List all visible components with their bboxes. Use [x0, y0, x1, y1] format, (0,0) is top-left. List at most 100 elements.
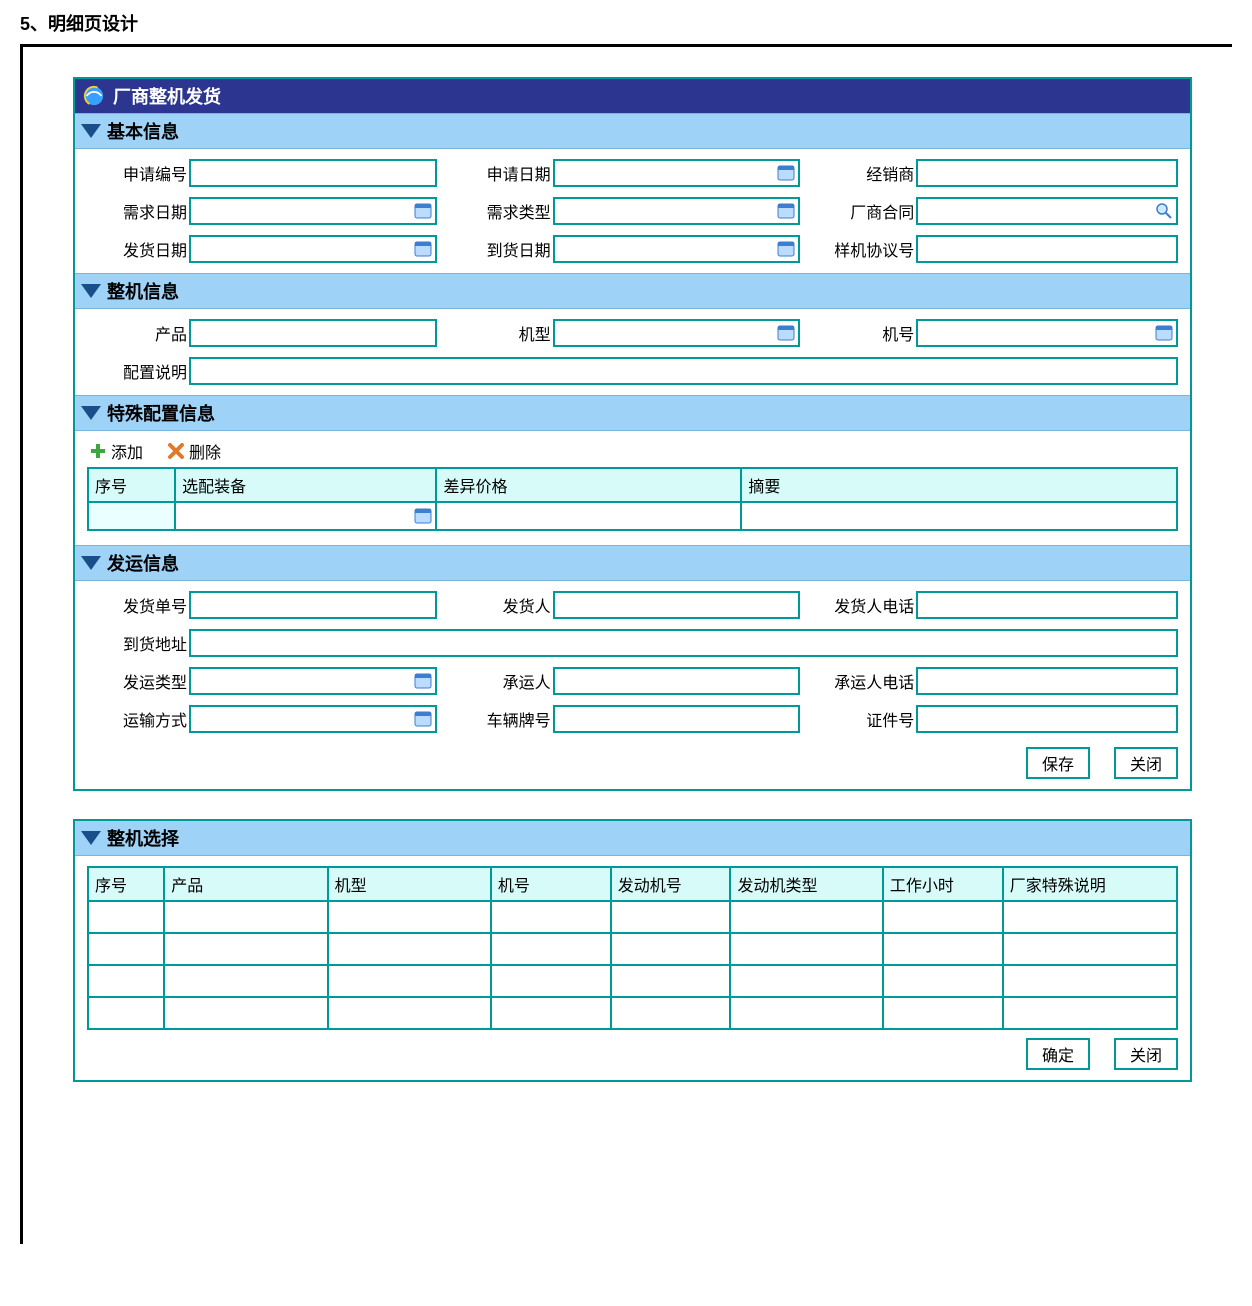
cell[interactable]: [883, 965, 1003, 997]
cell[interactable]: [328, 901, 491, 933]
cell[interactable]: [88, 997, 164, 1029]
input-mfr-contract[interactable]: [916, 197, 1178, 225]
input-arrive-addr[interactable]: [189, 629, 1178, 657]
label-apply-date: 申请日期: [451, 161, 551, 185]
cell[interactable]: [328, 965, 491, 997]
input-shipper-tel[interactable]: [916, 591, 1178, 619]
cell[interactable]: [730, 901, 882, 933]
page-heading: 5、明细页设计: [20, 10, 1232, 36]
cell[interactable]: [883, 901, 1003, 933]
input-carrier-tel[interactable]: [916, 667, 1178, 695]
calendar-icon[interactable]: [777, 164, 795, 182]
cell[interactable]: [1003, 965, 1177, 997]
cell[interactable]: [88, 933, 164, 965]
input-config-desc[interactable]: [189, 357, 1178, 385]
dropdown-icon[interactable]: [777, 324, 795, 342]
cell[interactable]: [491, 997, 611, 1029]
col-mfr-special-note: 厂家特殊说明: [1003, 867, 1177, 901]
section-header-machine[interactable]: 整机信息: [75, 273, 1190, 309]
section-title: 特殊配置信息: [107, 400, 215, 426]
section-header-basic[interactable]: 基本信息: [75, 113, 1190, 149]
input-machine-no[interactable]: [916, 319, 1178, 347]
section-body-machine: 产品 机型 机号 配置说明: [75, 309, 1190, 395]
cell[interactable]: [88, 965, 164, 997]
label-config-desc: 配置说明: [87, 359, 187, 383]
cell[interactable]: [491, 901, 611, 933]
section-header-shipinfo[interactable]: 发运信息: [75, 545, 1190, 581]
cell[interactable]: [883, 997, 1003, 1029]
cell[interactable]: [730, 933, 882, 965]
calendar-icon[interactable]: [414, 240, 432, 258]
search-icon[interactable]: [1155, 202, 1173, 220]
cell[interactable]: [611, 965, 731, 997]
cell-diff-price[interactable]: [436, 502, 741, 530]
input-dealer[interactable]: [916, 159, 1178, 187]
close-button[interactable]: 关闭: [1114, 1038, 1178, 1070]
table-row[interactable]: [88, 502, 1177, 530]
input-apply-date[interactable]: [553, 159, 801, 187]
cell-option-equip[interactable]: [175, 502, 436, 530]
table-row[interactable]: [88, 933, 1177, 965]
input-carrier[interactable]: [553, 667, 801, 695]
input-demand-type[interactable]: [553, 197, 801, 225]
ok-button[interactable]: 确定: [1026, 1038, 1090, 1070]
input-arrive-date[interactable]: [553, 235, 801, 263]
dropdown-icon[interactable]: [777, 202, 795, 220]
dropdown-icon[interactable]: [1155, 324, 1173, 342]
section-title: 整机选择: [107, 825, 179, 851]
calendar-icon[interactable]: [777, 240, 795, 258]
input-sample-agree-no[interactable]: [916, 235, 1178, 263]
cell[interactable]: [883, 933, 1003, 965]
table-row[interactable]: [88, 997, 1177, 1029]
section-header-specialcfg[interactable]: 特殊配置信息: [75, 395, 1190, 431]
input-ship-type[interactable]: [189, 667, 437, 695]
cell[interactable]: [164, 965, 327, 997]
calendar-icon[interactable]: [414, 202, 432, 220]
title-bar-text: 厂商整机发货: [113, 83, 221, 109]
input-ship-date[interactable]: [189, 235, 437, 263]
cell[interactable]: [164, 901, 327, 933]
input-product[interactable]: [189, 319, 437, 347]
cell[interactable]: [730, 997, 882, 1029]
cell[interactable]: [1003, 933, 1177, 965]
input-model[interactable]: [553, 319, 801, 347]
input-plate-no[interactable]: [553, 705, 801, 733]
input-id-no[interactable]: [916, 705, 1178, 733]
table-row[interactable]: [88, 965, 1177, 997]
section-header-machine-select[interactable]: 整机选择: [75, 821, 1190, 856]
add-button[interactable]: 添加: [89, 439, 143, 463]
cell[interactable]: [491, 933, 611, 965]
dropdown-icon[interactable]: [414, 672, 432, 690]
close-button[interactable]: 关闭: [1114, 747, 1178, 779]
machine-select-panel: 整机选择 序号 产品 机型 机号 发动机号 发动机类型 工作小时 厂家特殊说明: [73, 819, 1192, 1082]
input-ship-no[interactable]: [189, 591, 437, 619]
save-button[interactable]: 保存: [1026, 747, 1090, 779]
input-demand-date[interactable]: [189, 197, 437, 225]
cell[interactable]: [164, 997, 327, 1029]
cell-seq[interactable]: [88, 502, 175, 530]
cell[interactable]: [328, 997, 491, 1029]
dropdown-icon[interactable]: [414, 710, 432, 728]
cell[interactable]: [164, 933, 327, 965]
cell[interactable]: [1003, 901, 1177, 933]
cell[interactable]: [611, 933, 731, 965]
col-seq: 序号: [88, 468, 175, 502]
cell-summary[interactable]: [741, 502, 1177, 530]
col-model: 机型: [328, 867, 491, 901]
cell[interactable]: [611, 901, 731, 933]
cell[interactable]: [1003, 997, 1177, 1029]
cell[interactable]: [730, 965, 882, 997]
input-shipper[interactable]: [553, 591, 801, 619]
cell[interactable]: [328, 933, 491, 965]
cell[interactable]: [491, 965, 611, 997]
input-trans-mode[interactable]: [189, 705, 437, 733]
input-apply-no[interactable]: [189, 159, 437, 187]
table-row[interactable]: [88, 901, 1177, 933]
label-id-no: 证件号: [814, 707, 914, 731]
dropdown-icon[interactable]: [414, 507, 432, 525]
cell[interactable]: [88, 901, 164, 933]
delete-label: 删除: [189, 439, 221, 463]
label-ship-no: 发货单号: [87, 593, 187, 617]
cell[interactable]: [611, 997, 731, 1029]
delete-button[interactable]: 删除: [167, 439, 221, 463]
